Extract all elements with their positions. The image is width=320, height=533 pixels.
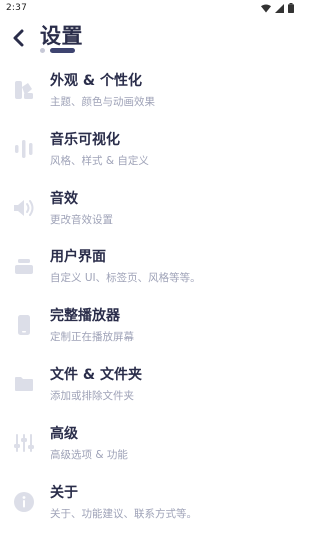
settings-item-subtitle: 自定义 UI、标签页、风格等等。 — [50, 272, 201, 285]
settings-list: 外观 & 个性化 主题、颜色与动画效果 音乐可视化 风格、样式 & 自定义 音效… — [0, 62, 300, 532]
settings-item-visualizer[interactable]: 音乐可视化 风格、样式 & 自定义 — [0, 121, 300, 180]
settings-item-subtitle: 风格、样式 & 自定义 — [50, 154, 149, 167]
settings-item-subtitle: 关于、功能建议、联系方式等。 — [50, 507, 197, 520]
battery-icon — [288, 3, 294, 13]
settings-item-title: 外观 & 个性化 — [50, 73, 142, 89]
settings-item-title: 音效 — [50, 190, 78, 207]
speaker-icon — [12, 196, 36, 220]
settings-item-full-player[interactable]: 完整播放器 定制正在播放屏幕 — [0, 297, 300, 356]
status-time: 2:37 — [6, 3, 28, 13]
status-bar: 2:37 — [0, 0, 300, 18]
settings-item-user-interface[interactable]: 用户界面 自定义 UI、标签页、风格等等。 — [0, 238, 300, 297]
status-icons — [261, 3, 294, 13]
settings-item-title: 音乐可视化 — [50, 131, 120, 148]
sliders-icon — [12, 431, 36, 455]
folder-icon — [12, 372, 36, 396]
page-indicator-dot — [40, 48, 45, 53]
settings-item-advanced[interactable]: 高级 高级选项 & 功能 — [0, 415, 300, 474]
wifi-icon — [261, 3, 271, 13]
settings-item-subtitle: 更改音效设置 — [50, 213, 113, 226]
visualizer-icon — [12, 137, 36, 161]
header: 设置 — [0, 18, 300, 58]
page-indicator-active — [50, 48, 75, 53]
page-title: 设置 — [40, 24, 83, 48]
settings-item-subtitle: 主题、颜色与动画效果 — [50, 96, 155, 108]
settings-item-subtitle: 高级选项 & 功能 — [50, 448, 128, 461]
settings-item-title: 完整播放器 — [50, 308, 120, 325]
settings-item-title: 高级 — [50, 425, 78, 442]
settings-item-subtitle: 定制正在播放屏幕 — [50, 331, 134, 344]
palette-icon — [12, 78, 36, 102]
phone-icon — [12, 313, 36, 337]
back-button[interactable] — [6, 26, 30, 50]
settings-item-about[interactable]: 关于 关于、功能建议、联系方式等。 — [0, 474, 300, 533]
signal-icon — [275, 3, 284, 13]
back-arrow-icon — [13, 29, 24, 47]
settings-item-subtitle: 添加或排除文件夹 — [50, 389, 134, 402]
settings-item-files-folders[interactable]: 文件 & 文件夹 添加或排除文件夹 — [0, 356, 300, 415]
layers-icon — [12, 254, 36, 278]
settings-item-title: 关于 — [50, 484, 78, 501]
settings-item-appearance[interactable]: 外观 & 个性化 主题、颜色与动画效果 — [0, 62, 300, 121]
settings-item-title: 文件 & 文件夹 — [50, 366, 142, 383]
settings-item-sound-effects[interactable]: 音效 更改音效设置 — [0, 180, 300, 239]
settings-item-title: 用户界面 — [50, 249, 106, 266]
info-icon — [12, 490, 36, 514]
